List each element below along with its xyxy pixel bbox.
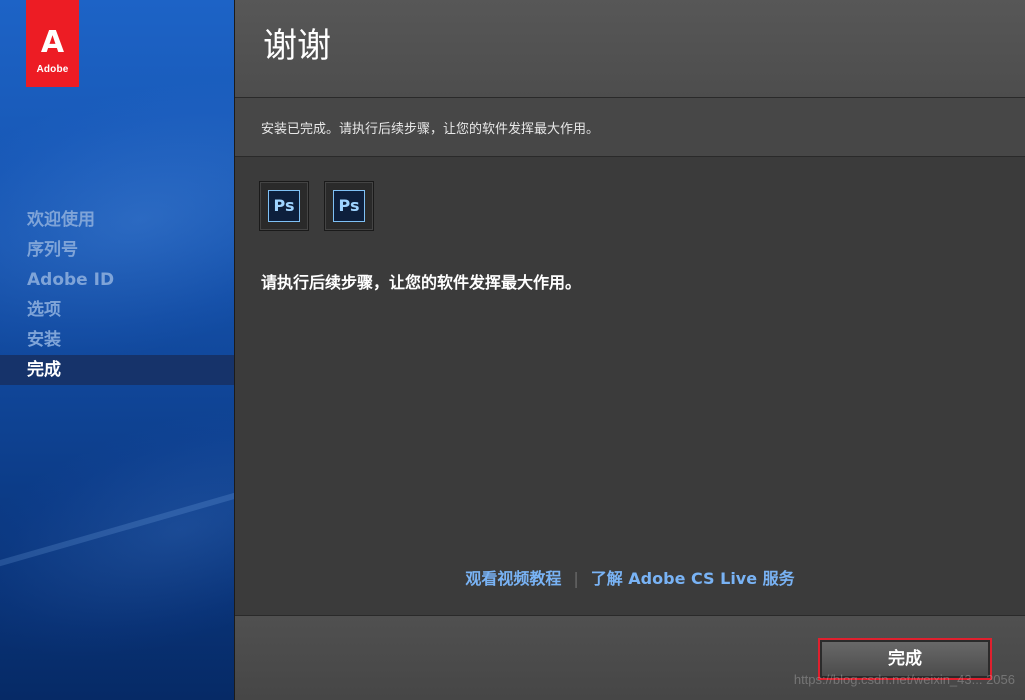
watch-video-tutorial-link[interactable]: 观看视频教程 bbox=[465, 569, 561, 588]
watermark-text: https://blog.csdn.net/weixin_43... 2056 bbox=[793, 672, 1015, 687]
main-content: Ps Ps 请执行后续步骤，让您的软件发挥最大作用。 观看视频教程 | 了解 Ado… bbox=[235, 157, 1025, 616]
step-welcome: 欢迎使用 bbox=[27, 210, 95, 230]
installer-window: A Adobe 欢迎使用 序列号 Adobe ID 选项 安装 完成 谢谢 安装… bbox=[0, 0, 1025, 700]
step-install: 安装 bbox=[27, 330, 61, 350]
step-options: 选项 bbox=[27, 300, 61, 320]
page-title: 谢谢 bbox=[263, 26, 331, 66]
photoshop-app-tile: Ps bbox=[324, 181, 374, 231]
step-adobe-id: Adobe ID bbox=[27, 270, 115, 290]
step-complete: 完成 bbox=[0, 355, 234, 385]
photoshop-icon: Ps bbox=[268, 190, 300, 222]
adobe-logo: A Adobe bbox=[26, 0, 79, 87]
step-list: 欢迎使用 序列号 Adobe ID 选项 安装 完成 bbox=[0, 205, 234, 385]
footer-bar: 完成 https://blog.csdn.net/weixin_43... 20… bbox=[235, 616, 1025, 700]
install-complete-message: 安装已完成。请执行后续步骤，让您的软件发挥最大作用。 bbox=[261, 122, 600, 137]
step-serial-number: 序列号 bbox=[27, 240, 78, 260]
sidebar: A Adobe 欢迎使用 序列号 Adobe ID 选项 安装 完成 bbox=[0, 0, 235, 700]
photoshop-icon: Ps bbox=[333, 190, 365, 222]
page-header: 谢谢 bbox=[235, 0, 1025, 98]
status-bar: 安装已完成。请执行后续步骤，让您的软件发挥最大作用。 bbox=[235, 98, 1025, 157]
photoshop-app-tile: Ps bbox=[259, 181, 309, 231]
help-links: 观看视频教程 | 了解 Adobe CS Live 服务 bbox=[235, 565, 1025, 589]
next-steps-text: 请执行后续步骤，让您的软件发挥最大作用。 bbox=[261, 273, 582, 292]
adobe-logo-text: Adobe bbox=[36, 64, 69, 75]
adobe-logo-icon: A bbox=[40, 25, 65, 60]
link-separator: | bbox=[573, 569, 579, 588]
learn-cs-live-link[interactable]: 了解 Adobe CS Live 服务 bbox=[591, 569, 795, 588]
